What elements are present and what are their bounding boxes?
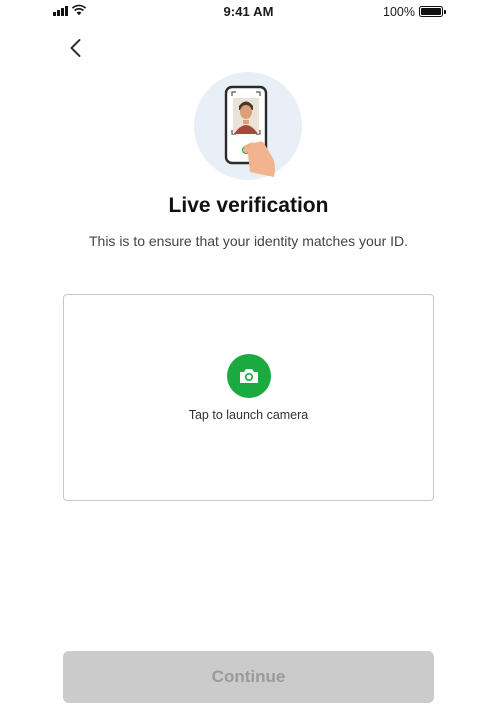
page-subtitle: This is to ensure that your identity mat… xyxy=(88,233,409,249)
status-bar: 9:41 AM 100% xyxy=(0,0,497,26)
page-title: Live verification xyxy=(168,194,329,217)
camera-label: Tap to launch camera xyxy=(188,408,309,422)
live-verification-screen: 9:41 AM 100% Live verification This is t… xyxy=(0,0,497,720)
camera-icon xyxy=(240,369,258,383)
battery-full-icon xyxy=(419,6,446,17)
phone-selfie-hand-illustration xyxy=(194,72,302,180)
battery-percent: 100% xyxy=(383,5,415,19)
chevron-left-icon xyxy=(70,39,81,57)
camera-button[interactable] xyxy=(227,354,271,398)
continue-button[interactable]: Continue xyxy=(63,651,434,703)
back-button[interactable] xyxy=(64,36,88,60)
launch-camera-area[interactable]: Tap to launch camera xyxy=(63,294,434,501)
